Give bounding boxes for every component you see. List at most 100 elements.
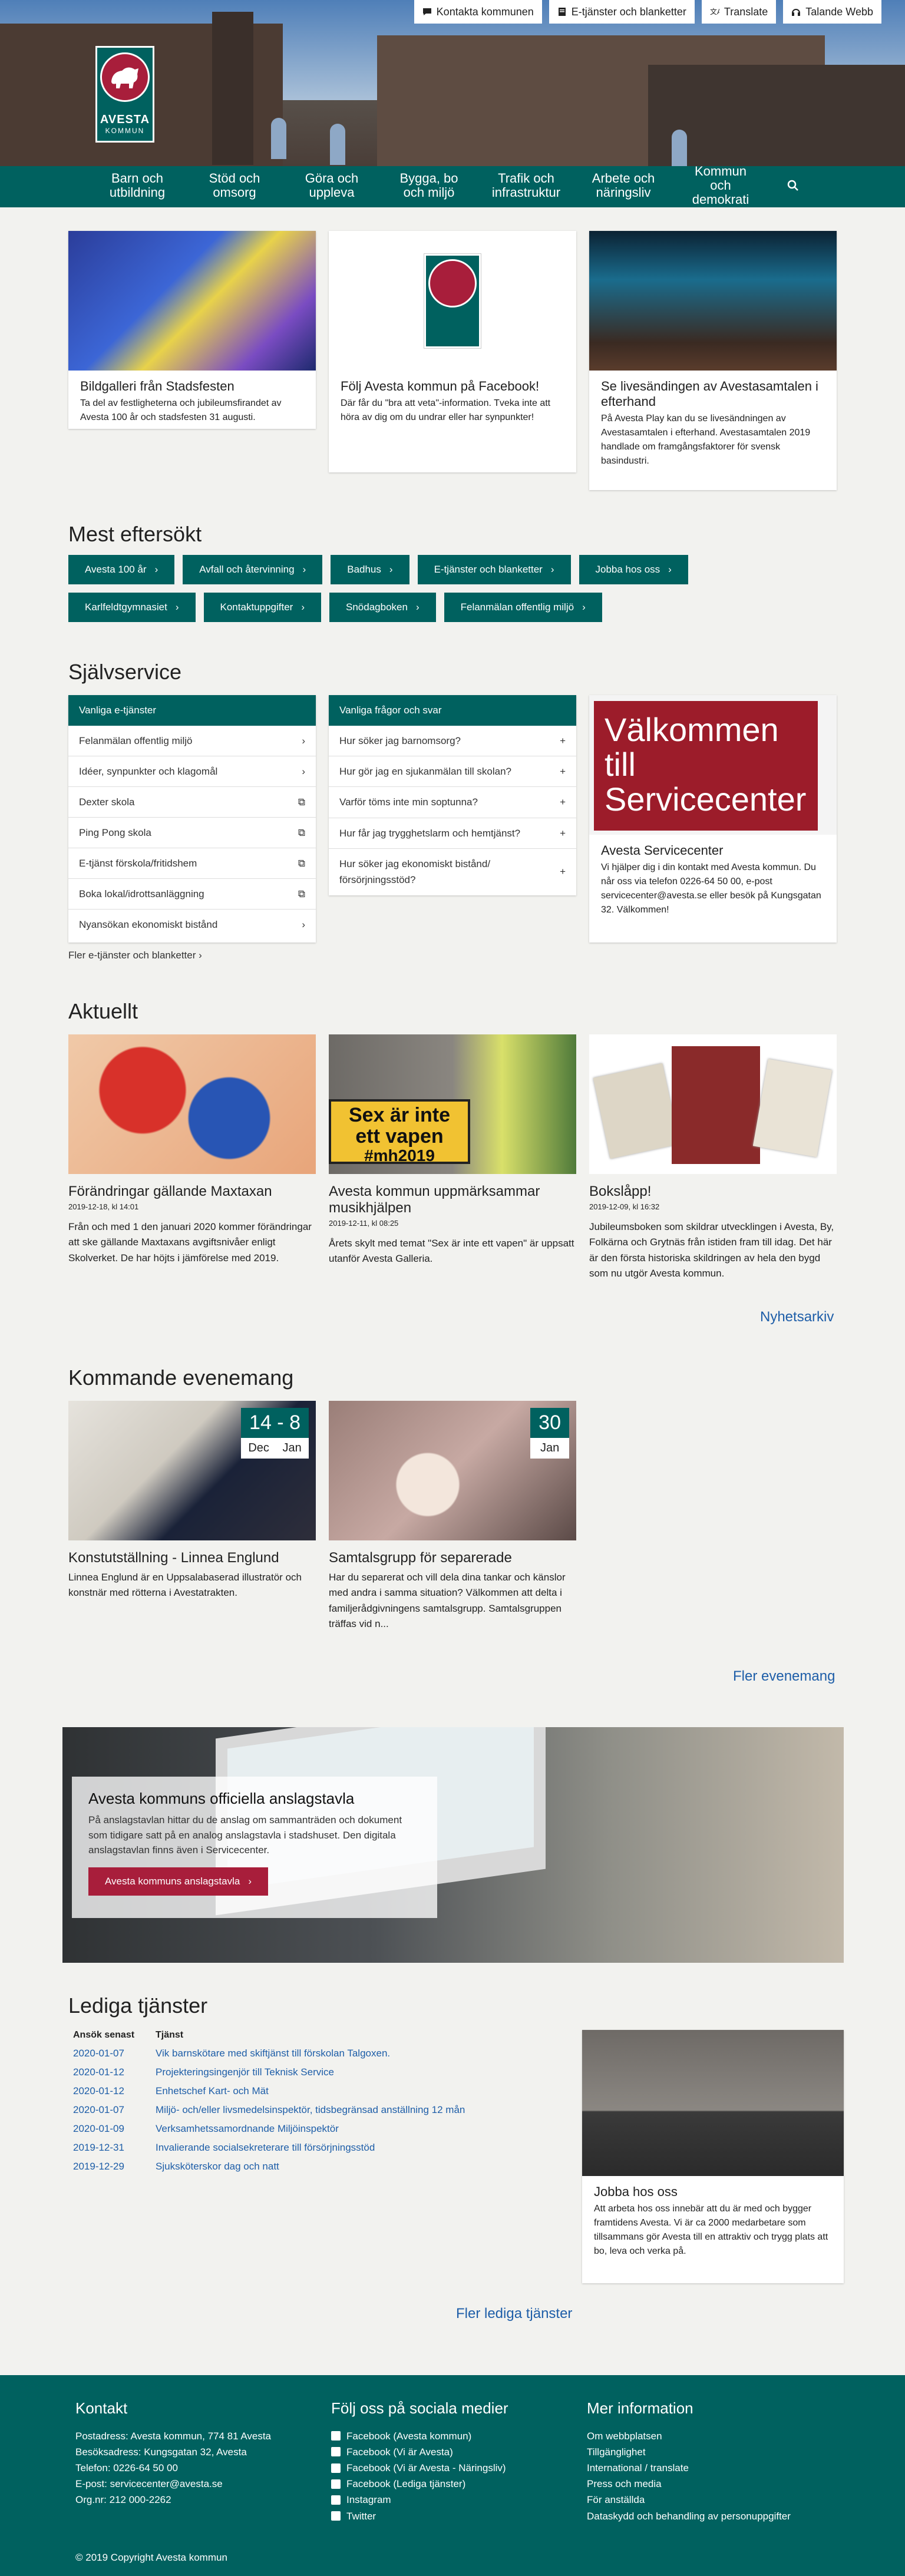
footer-social: Följ oss på sociala medier Facebook (Ave… [331, 2396, 508, 2524]
site-logo[interactable]: AVESTA KOMMUN [95, 46, 154, 143]
translate-link[interactable]: 文A Translate [701, 0, 777, 24]
social-link[interactable]: Facebook (Lediga tjänster) [331, 2476, 508, 2492]
card-title: Avesta Servicecenter [601, 843, 724, 858]
news-item[interactable]: Förändringar gällande Maxtaxan 2019-12-1… [68, 1034, 316, 1266]
card-bildgalleri[interactable]: Bildgalleri från Stadsfesten Ta del av f… [68, 231, 316, 429]
social-link[interactable]: Facebook (Vi är Avesta - Näringsliv) [331, 2460, 508, 2476]
social-link[interactable]: Twitter [331, 2508, 508, 2524]
eservice-item[interactable]: Nyansökan ekonomiskt bistånd › [68, 910, 316, 940]
nav-item-bygga[interactable]: Bygga, bo och miljö [381, 166, 478, 207]
eservice-item[interactable]: Dexter skola ⧉ [68, 787, 316, 818]
quick-link[interactable]: Avfall och återvinning › [183, 555, 323, 584]
search-button[interactable] [769, 166, 817, 207]
social-link[interactable]: Instagram [331, 2492, 508, 2508]
news-archive-link[interactable]: Nyhetsarkiv [760, 1309, 834, 1325]
chevron-right-icon: › [248, 1875, 252, 1887]
news-item[interactable]: Sex är inte ett vapen #mh2019 Avesta kom… [329, 1034, 576, 1267]
quick-link[interactable]: Jobba hos oss › [579, 555, 688, 584]
footer-link[interactable]: För anställda [587, 2492, 791, 2508]
event-text: Har du separerat och vill dela dina tank… [329, 1572, 566, 1630]
faq-item[interactable]: Hur söker jag barnomsorg? + [329, 726, 576, 757]
table-header: Ansök senast Tjänst [73, 2029, 556, 2044]
contact-link-label: Kontakta kommunen [436, 5, 534, 18]
stage-image [589, 231, 837, 371]
card-avestasamtalen[interactable]: Se livesändingen av Avestasamtalen i eft… [589, 231, 837, 490]
headphones-icon [792, 9, 801, 16]
card-facebook[interactable]: Följ Avesta kommun på Facebook! Där får … [329, 231, 576, 472]
contact-link[interactable]: Kontakta kommunen [414, 0, 542, 24]
quick-link[interactable]: Avesta 100 år › [68, 555, 175, 584]
quick-link[interactable]: Snödagboken › [329, 593, 436, 622]
quick-link[interactable]: Karlfeldtgymnasiet › [68, 593, 196, 622]
chevron-right-icon: › [154, 564, 158, 575]
eservices-link[interactable]: E-tjänster och blanketter [549, 0, 695, 24]
event-days: 14 - 8 [241, 1408, 309, 1438]
quick-link[interactable]: E-tjänster och blanketter › [417, 555, 571, 584]
notice-board-button[interactable]: Avesta kommuns anslagstavla › [88, 1867, 268, 1896]
nav-item-gora[interactable]: Göra och uppleva [283, 166, 381, 207]
faq-item[interactable]: Varför töms inte min soptunna? + [329, 787, 576, 818]
plus-icon: + [560, 735, 566, 746]
nav-item-stod[interactable]: Stöd och omsorg [186, 166, 283, 207]
more-events-link[interactable]: Fler evenemang [733, 1668, 835, 1685]
card-jobba-hos-oss[interactable]: Jobba hos oss Att arbeta hos oss innebär… [582, 2030, 844, 2283]
chevron-right-icon: › [389, 564, 393, 575]
quick-links: Avesta 100 år › Avfall och återvinning › B… [68, 555, 775, 622]
concert-image [68, 231, 316, 371]
eservice-item[interactable]: E-tjänst förskola/fritidshem ⧉ [68, 848, 316, 879]
table-row[interactable]: 2019-12-31 Invalierande socialsekreterare… [73, 2138, 556, 2157]
table-row[interactable]: 2020-01-12 Projekteringsingenjör till Tek… [73, 2063, 556, 2082]
quick-link[interactable]: Kontaktuppgifter › [203, 593, 321, 622]
footer-link[interactable]: International / translate [587, 2460, 791, 2476]
card-text: Där får du "bra att veta"-information. T… [341, 398, 551, 422]
footer-link[interactable]: Tillgänglighet [587, 2444, 791, 2460]
servicecenter-image: Välkommen till Servicecenter [589, 695, 837, 835]
eservice-item[interactable]: Felanmälan offentlig miljö › [68, 726, 316, 756]
eservice-item[interactable]: Idéer, synpunkter och klagomål › [68, 756, 316, 787]
sign-text: Sex är inte [349, 1104, 450, 1126]
more-eservices-link[interactable]: Fler e-tjänster och blanketter › [68, 950, 202, 961]
table-row[interactable]: 2020-01-12 Enhetschef Kart- och Mät [73, 2082, 556, 2101]
event-date-badge: 30 Jan [530, 1408, 569, 1459]
faq-item[interactable]: Hur får jag trygghetslarm och hemtjänst?… [329, 818, 576, 849]
eservices-panel-title: Vanliga e-tjänster [68, 695, 316, 726]
social-link[interactable]: Facebook (Vi är Avesta) [331, 2444, 508, 2460]
nav-item-trafik[interactable]: Trafik och infrastruktur [478, 166, 575, 207]
nav-item-barn[interactable]: Barn och utbildning [89, 166, 186, 207]
quick-link[interactable]: Felanmälan offentlig miljö › [444, 593, 602, 622]
table-row[interactable]: 2019-12-29 Sjuksköterskor dag och natt [73, 2157, 556, 2176]
main-navigation: Barn och utbildning Stöd och omsorg Göra… [0, 164, 905, 207]
eservices-panel: Vanliga e-tjänster Felanmälan offentlig … [68, 695, 316, 943]
eservice-item[interactable]: Ping Pong skola ⧉ [68, 818, 316, 848]
footer-link[interactable]: Press och media [587, 2476, 791, 2492]
nav-item-kommun[interactable]: Kommun och demokrati [672, 164, 769, 207]
table-row[interactable]: 2020-01-07 Miljö- och/eller livsmedelsins… [73, 2101, 556, 2119]
footer-heading: Kontakt [75, 2399, 128, 2417]
more-jobs-link[interactable]: Fler lediga tjänster [456, 2306, 572, 2322]
eservice-item[interactable]: Boka lokal/idrottsanläggning ⧉ [68, 879, 316, 910]
faq-panel: Vanliga frågor och svar Hur söker jag ba… [329, 695, 576, 895]
quick-link[interactable]: Badhus › [331, 555, 409, 584]
copyright-link[interactable]: Avesta kommun [156, 2552, 227, 2563]
card-text: Att arbeta hos oss innebär att du är med… [594, 2204, 828, 2256]
social-link[interactable]: Facebook (Avesta kommun) [331, 2428, 508, 2444]
footer-link[interactable]: Dataskydd och behandling av personuppgif… [587, 2508, 791, 2524]
talande-webb-link[interactable]: Talande Webb [783, 0, 881, 24]
event-item[interactable]: 30 Jan Samtalsgrupp för separerade Har d… [329, 1401, 576, 1632]
table-row[interactable]: 2020-01-09 Verksamhetssamordnande Miljöin… [73, 2119, 556, 2138]
event-title: Samtalsgrupp för separerade [329, 1550, 512, 1566]
footer-link[interactable]: Om webbplatsen [587, 2428, 791, 2444]
faq-item[interactable]: Hur gör jag en sjukanmälan till skolan? + [329, 756, 576, 788]
faq-item[interactable]: Hur söker jag ekonomiskt bistånd/ försör… [329, 849, 576, 895]
news-item[interactable]: Bokslåpp! 2019-12-09, kl 16:32 Jubileums… [589, 1034, 837, 1281]
table-row[interactable]: 2020-01-07 Vik barnskötare med skiftjänst… [73, 2044, 556, 2063]
nav-item-arbete[interactable]: Arbete och näringsliv [575, 166, 672, 207]
card-servicecenter[interactable]: Välkommen till Servicecenter Avesta Serv… [589, 695, 837, 943]
event-month: Dec [248, 1441, 269, 1454]
plus-icon: + [560, 766, 566, 778]
event-date-badge: 14 - 8 Dec Jan [241, 1408, 309, 1459]
card-text: Vi hjälper dig i din kontakt med Avesta … [601, 862, 821, 915]
notice-board-text: På anslagstavlan hittar du de anslag om … [88, 1814, 402, 1856]
sign-photo-image: Sex är inte ett vapen #mh2019 [329, 1034, 576, 1174]
event-item[interactable]: 14 - 8 Dec Jan Konstutställning - Linnea … [68, 1401, 316, 1601]
